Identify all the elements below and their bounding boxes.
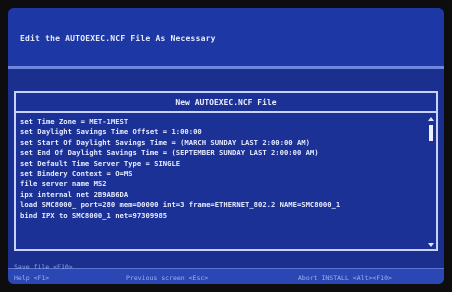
- console-screen: Edit the AUTOEXEC.NCF File As Necessary …: [8, 8, 444, 284]
- function-key-bar: Save file <F10> Help <F1> Previous scree…: [8, 263, 444, 284]
- file-content[interactable]: set Time Zone = MET-1MEST set Daylight S…: [20, 117, 424, 247]
- main-panel: New AUTOEXEC.NCF File set Time Zone = ME…: [8, 69, 444, 268]
- file-line[interactable]: set Start Of Daylight Savings Time = (MA…: [20, 138, 424, 148]
- window-title: New AUTOEXEC.NCF File: [175, 97, 277, 107]
- file-line[interactable]: ipx internal net 2B9AB6DA: [20, 190, 424, 200]
- file-line[interactable]: set Daylight Savings Time Offset = 1:00:…: [20, 127, 424, 137]
- help-key[interactable]: Help <F1>: [14, 274, 49, 282]
- file-line[interactable]: bind IPX to SMC8000_1 net=97309985: [20, 211, 424, 221]
- instruction-text: Edit the AUTOEXEC.NCF File As Necessary: [20, 34, 216, 43]
- scroll-up-arrow-icon[interactable]: [428, 117, 434, 121]
- scroll-thumb[interactable]: [429, 125, 433, 141]
- scrollbar[interactable]: [428, 117, 434, 247]
- file-line[interactable]: set Bindery Context = O=MS: [20, 169, 424, 179]
- window-title-bar: New AUTOEXEC.NCF File: [16, 93, 436, 113]
- previous-screen-key[interactable]: Previous screen <Esc>: [126, 274, 208, 282]
- header-panel: Edit the AUTOEXEC.NCF File As Necessary: [8, 8, 444, 66]
- abort-install-key[interactable]: Abort INSTALL <Alt><F10>: [298, 274, 392, 282]
- save-file-key[interactable]: Save file <F10>: [14, 263, 73, 271]
- file-line[interactable]: load SMC8000_ port=280 mem=D0000 int=3 f…: [20, 200, 424, 210]
- scroll-down-arrow-icon[interactable]: [428, 243, 434, 247]
- file-line[interactable]: set Time Zone = MET-1MEST: [20, 117, 424, 127]
- file-line[interactable]: file server name MS2: [20, 179, 424, 189]
- file-line[interactable]: set End Of Daylight Savings Time = (SEPT…: [20, 148, 424, 158]
- file-editor-window[interactable]: New AUTOEXEC.NCF File set Time Zone = ME…: [14, 91, 438, 251]
- file-line[interactable]: set Default Time Server Type = SINGLE: [20, 159, 424, 169]
